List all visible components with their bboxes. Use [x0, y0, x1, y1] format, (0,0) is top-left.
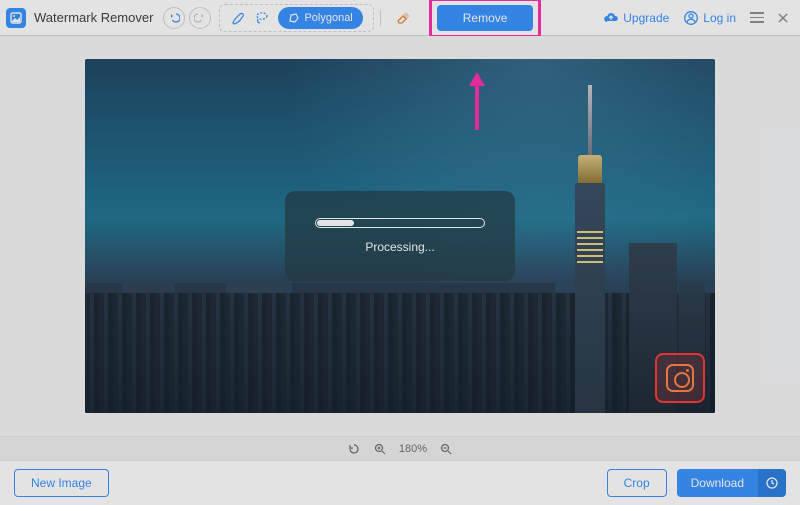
polygonal-icon [288, 12, 300, 24]
top-toolbar: Watermark Remover Polygonal Remove Upgra… [0, 0, 800, 36]
skyline-decor [577, 228, 603, 263]
app-title: Watermark Remover [34, 10, 153, 25]
rotate-icon [348, 443, 360, 455]
zoom-in-icon [374, 443, 386, 455]
redo-button[interactable] [189, 7, 211, 29]
skyline-decor [85, 293, 715, 413]
lasso-tool[interactable] [254, 10, 270, 26]
instagram-icon [666, 364, 694, 392]
selection-tool-group: Polygonal [219, 4, 373, 32]
zoom-level: 180% [399, 443, 427, 455]
download-button[interactable]: Download [677, 469, 758, 497]
processing-status: Processing... [365, 240, 434, 254]
working-image[interactable]: Processing... [85, 59, 715, 413]
footer-bar: New Image Crop Download [0, 461, 800, 505]
zoom-bar: 180% [0, 436, 800, 461]
progress-fill [317, 220, 354, 226]
user-icon [683, 10, 699, 26]
login-label: Log in [703, 11, 736, 25]
zoom-in-button[interactable] [373, 442, 387, 456]
new-image-button[interactable]: New Image [14, 469, 109, 497]
menu-button[interactable] [746, 7, 768, 29]
lasso-icon [254, 10, 270, 26]
rotate-button[interactable] [347, 442, 361, 456]
download-group: Download [677, 469, 786, 497]
upgrade-link[interactable]: Upgrade [603, 11, 669, 25]
zoom-out-icon [440, 443, 452, 455]
download-history-button[interactable] [758, 469, 786, 497]
close-icon [776, 11, 790, 25]
polygonal-tool[interactable]: Polygonal [278, 7, 362, 29]
skyline-decor [575, 183, 605, 413]
crop-button[interactable]: Crop [607, 469, 667, 497]
brush-tool[interactable] [230, 10, 246, 26]
polygonal-label: Polygonal [304, 12, 352, 24]
zoom-out-button[interactable] [439, 442, 453, 456]
upgrade-label: Upgrade [623, 11, 669, 25]
close-window-button[interactable] [772, 7, 794, 29]
redo-icon [194, 12, 206, 24]
skyline-decor [578, 155, 602, 183]
remove-button[interactable]: Remove [437, 5, 534, 31]
clock-icon [765, 476, 779, 490]
progress-bar [315, 218, 485, 228]
menu-icon [750, 12, 764, 23]
cloud-up-icon [603, 11, 619, 25]
toolbar-separator [380, 10, 381, 26]
watermark-overlay [655, 353, 705, 403]
brush-icon [230, 10, 246, 26]
processing-dialog: Processing... [285, 191, 515, 281]
remove-button-wrap: Remove [437, 5, 534, 31]
login-link[interactable]: Log in [683, 10, 736, 26]
eraser-tool[interactable] [395, 10, 411, 26]
skyline-decor [588, 85, 592, 155]
canvas-area: Processing... [0, 36, 800, 436]
undo-icon [168, 12, 180, 24]
eraser-icon [395, 10, 411, 26]
app-logo-icon [6, 8, 26, 28]
undo-button[interactable] [163, 7, 185, 29]
